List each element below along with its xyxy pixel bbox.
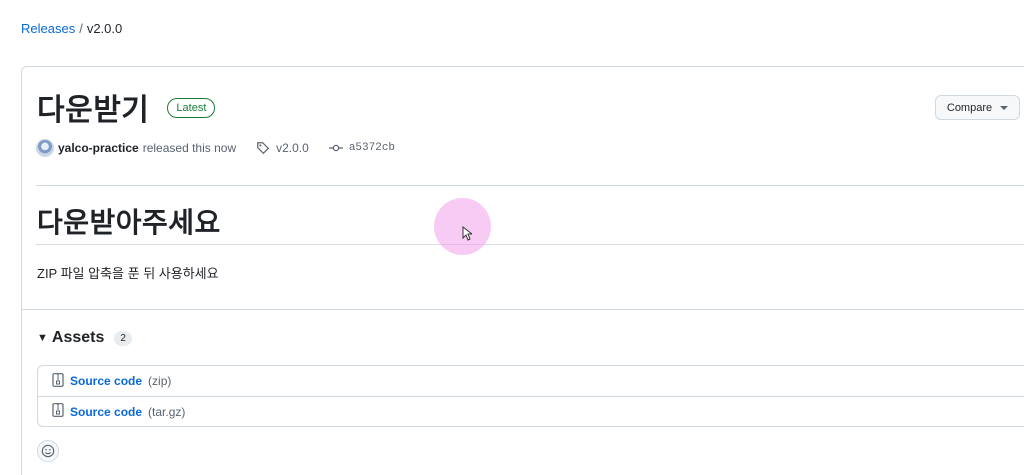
cursor-icon <box>462 226 472 241</box>
commit-icon <box>328 141 343 155</box>
avatar[interactable] <box>36 139 54 157</box>
release-card: 다운받기 Latest Compare yalco-practice relea… <box>21 66 1024 475</box>
compare-button[interactable]: Compare <box>935 95 1020 120</box>
release-body-heading: 다운받아주세요 <box>37 207 221 238</box>
release-meta: yalco-practice released this now v2.0.0 … <box>36 139 395 157</box>
compare-label: Compare <box>946 101 993 114</box>
assets-toggle[interactable]: ▼ Assets 2 <box>37 329 132 347</box>
breadcrumb-separator: / <box>79 21 83 36</box>
assets-count-badge: 2 <box>114 330 132 346</box>
breadcrumb: Releases / v2.0.0 <box>21 21 122 36</box>
released-text: released this now <box>142 141 237 155</box>
tag-link[interactable]: v2.0.0 <box>276 141 309 155</box>
chevron-down-icon <box>1000 105 1009 110</box>
asset-item[interactable]: Source code (tar.gz) <box>38 396 1024 426</box>
add-reaction-button[interactable] <box>37 440 59 462</box>
latest-badge: Latest <box>167 98 216 118</box>
asset-link[interactable]: Source code <box>70 405 142 419</box>
assets-label: Assets <box>51 329 105 346</box>
release-title-row: 다운받기 Latest <box>37 85 216 129</box>
divider <box>36 185 1024 186</box>
heading-divider <box>36 244 1024 245</box>
breadcrumb-releases-link[interactable]: Releases <box>21 21 75 36</box>
asset-link[interactable]: Source code <box>70 374 142 388</box>
release-body-text: ZIP 파일 압축을 푼 뒤 사용하세요 <box>37 266 219 281</box>
tag-icon <box>256 141 270 155</box>
triangle-down-icon: ▼ <box>37 332 48 344</box>
file-zip-icon <box>52 372 64 390</box>
smiley-icon <box>41 444 55 458</box>
release-title: 다운받기 <box>37 94 150 127</box>
commit-link[interactable]: a5372cb <box>349 142 395 154</box>
asset-list: Source code (zip) Source code (tar.gz) <box>37 365 1024 427</box>
asset-item[interactable]: Source code (zip) <box>38 366 1024 396</box>
author-link[interactable]: yalco-practice <box>58 141 139 155</box>
file-zip-icon <box>52 403 64 420</box>
breadcrumb-current: v2.0.0 <box>86 21 123 36</box>
asset-extension: (tar.gz) <box>148 404 186 419</box>
asset-extension: (zip) <box>148 374 172 388</box>
divider <box>22 309 1024 310</box>
